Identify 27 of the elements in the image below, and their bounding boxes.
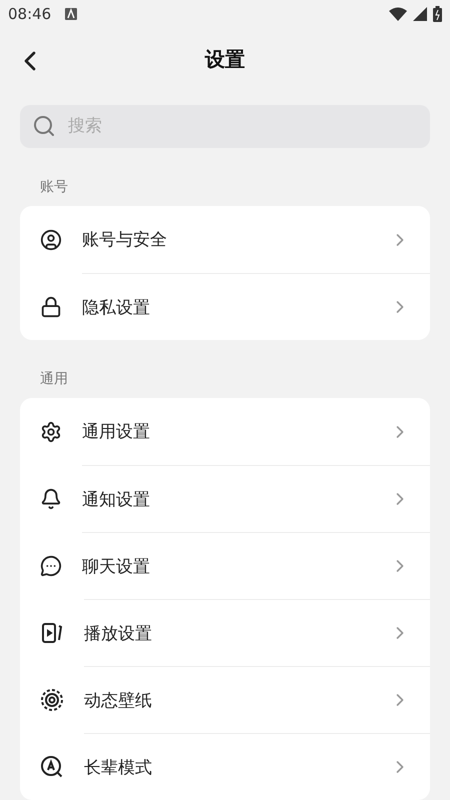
section-title: 账号: [39, 178, 69, 197]
settings-row[interactable]: 长辈模式: [20, 733, 430, 800]
search-input[interactable]: 搜索: [66, 115, 418, 138]
settings-row[interactable]: 隐私设置: [20, 273, 430, 340]
wifi-icon: [389, 7, 407, 22]
settings-row[interactable]: 动态壁纸: [20, 666, 430, 733]
settings-row[interactable]: 通用设置: [20, 398, 430, 465]
settings-row[interactable]: 账号与安全: [20, 206, 430, 273]
chat-icon: [40, 554, 62, 576]
settings-row[interactable]: 聊天设置: [20, 532, 430, 599]
user-icon: [40, 228, 62, 250]
settings-row[interactable]: 通知设置: [20, 465, 430, 532]
lock-icon: [40, 296, 62, 318]
section-title: 通用: [39, 370, 69, 389]
status-time: 08:46: [8, 5, 52, 24]
battery-icon: [433, 6, 442, 22]
magnifier-icon: [40, 754, 64, 778]
bell-icon: [40, 488, 62, 510]
target-icon: [40, 688, 64, 712]
keyboard-icon: [65, 8, 78, 20]
settings-icon: [40, 420, 62, 442]
search-field[interactable]: 搜索: [20, 104, 430, 148]
settings-row[interactable]: 播放设置: [20, 599, 430, 666]
signal-icon: [413, 7, 427, 22]
play-icon: [40, 620, 64, 644]
page-title: 设置: [205, 46, 245, 74]
search-icon: [32, 114, 56, 138]
